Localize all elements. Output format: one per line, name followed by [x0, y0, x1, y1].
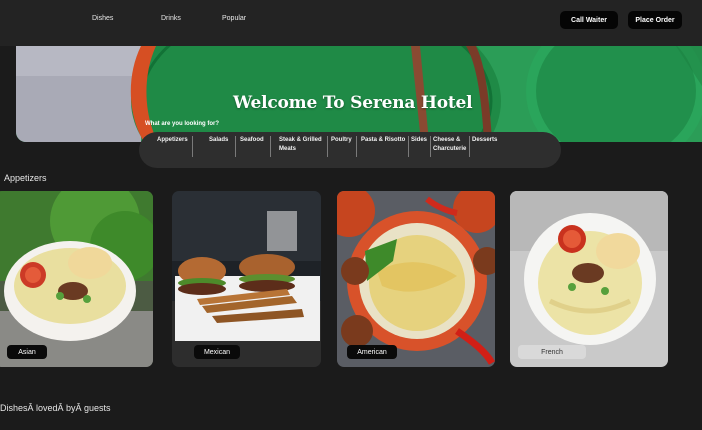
dish-image-asian — [0, 191, 153, 367]
category-salads[interactable]: Salads — [209, 136, 228, 145]
dish-card-french[interactable]: French — [510, 191, 668, 367]
nav-link-dishes[interactable]: Dishes — [92, 15, 113, 22]
category-poultry[interactable]: Poultry — [331, 136, 352, 145]
place-order-button[interactable]: Place Order — [628, 11, 682, 29]
top-bar: Dishes Drinks Popular Call Waiter Place … — [0, 0, 702, 46]
category-divider — [270, 136, 271, 157]
category-divider — [356, 136, 357, 157]
call-waiter-button[interactable]: Call Waiter — [560, 11, 618, 29]
category-sides[interactable]: Sides — [411, 136, 427, 145]
hero-title: Welcome To Serena Hotel — [233, 93, 473, 113]
category-divider — [408, 136, 409, 157]
dish-label-french: French — [518, 345, 586, 359]
category-pasta-risotto[interactable]: Pasta & Risotto — [361, 136, 405, 145]
category-divider — [235, 136, 236, 157]
category-divider — [192, 136, 193, 157]
dish-card-american[interactable]: American — [337, 191, 495, 367]
category-cheese-charcuterie[interactable]: Cheese & Charcuterie — [433, 136, 469, 154]
section-title-appetizers: Appetizers — [4, 173, 47, 183]
category-desserts[interactable]: Desserts — [472, 136, 497, 145]
dish-label-asian: Asian — [7, 345, 47, 359]
search-prompt-label: What are you looking for? — [145, 121, 220, 127]
dish-card-asian[interactable]: Asian — [0, 191, 153, 367]
category-seafood[interactable]: Seafood — [240, 136, 264, 145]
category-bar: Appetizers Salads Seafood Steak & Grille… — [139, 132, 561, 168]
section-title-dishes-loved: DishesÂ lovedÂ byÂ guests — [0, 403, 111, 413]
nav-link-popular[interactable]: Popular — [222, 15, 246, 22]
category-steak-grilled-meats[interactable]: Steak & Grilled Meats — [279, 136, 329, 154]
hero-banner: Welcome To Serena Hotel — [16, 46, 702, 142]
category-divider — [430, 136, 431, 157]
dish-label-mexican: Mexican — [194, 345, 240, 359]
nav-link-drinks[interactable]: Drinks — [161, 15, 181, 22]
dish-image-mexican — [172, 191, 321, 367]
dish-card-mexican[interactable]: Mexican — [172, 191, 321, 367]
category-divider — [327, 136, 328, 157]
category-divider — [469, 136, 470, 157]
dish-image-american — [337, 191, 495, 367]
dish-label-american: American — [347, 345, 397, 359]
category-appetizers[interactable]: Appetizers — [157, 136, 188, 145]
dish-image-french — [510, 191, 668, 367]
